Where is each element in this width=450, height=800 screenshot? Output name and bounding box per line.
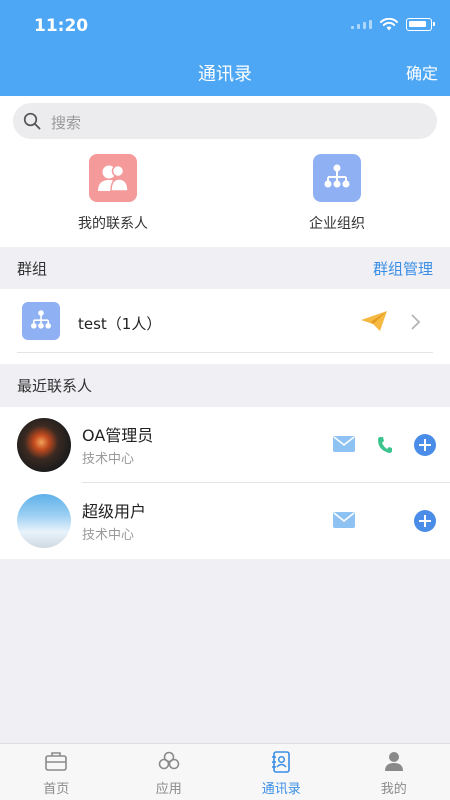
- groups-title: 群组: [17, 260, 48, 278]
- contact-dept: 技术中心: [82, 528, 135, 543]
- groups-section-header: 群组 群组管理: [0, 248, 450, 290]
- battery-icon: [406, 18, 435, 31]
- contact-name: 超级用户: [82, 502, 147, 521]
- add-icon[interactable]: [414, 434, 436, 456]
- shortcut-label: 我的联系人: [78, 216, 148, 232]
- page-title: 通讯录: [198, 64, 252, 85]
- mail-icon[interactable]: [333, 436, 355, 452]
- send-icon[interactable]: [360, 309, 388, 333]
- app-header: 11:20 通讯录 确定: [0, 0, 450, 96]
- cloud-apps-icon: [158, 751, 180, 770]
- chevron-right-icon[interactable]: [410, 313, 422, 331]
- contact-row[interactable]: 超级用户 技术中心: [0, 483, 450, 559]
- tab-contacts[interactable]: 通讯录: [225, 744, 338, 800]
- top-panel: 搜索 我的联系人 企业组织: [0, 96, 450, 247]
- person-icon: [384, 752, 403, 771]
- search-icon: [23, 112, 41, 130]
- status-time: 11:20: [34, 16, 89, 36]
- shortcut-my-contacts[interactable]: 我的联系人: [48, 154, 178, 233]
- group-row[interactable]: test（1人）: [0, 289, 450, 364]
- org-chart-icon: [22, 302, 60, 340]
- search-placeholder: 搜索: [51, 114, 82, 132]
- search-input[interactable]: 搜索: [13, 103, 437, 139]
- briefcase-icon: [45, 752, 68, 771]
- contacts-book-icon: [272, 751, 291, 773]
- confirm-button[interactable]: 确定: [406, 60, 438, 84]
- status-icons: [351, 18, 435, 31]
- people-icon: [89, 154, 137, 202]
- avatar: [17, 494, 71, 548]
- divider: [17, 352, 433, 353]
- contact-dept: 技术中心: [82, 452, 135, 467]
- contact-row[interactable]: OA管理员 技术中心: [0, 407, 450, 483]
- tab-label: 应用: [155, 782, 182, 797]
- tab-label: 通讯录: [261, 782, 301, 797]
- signal-icon: [351, 20, 372, 29]
- group-name: test（1人）: [78, 315, 162, 333]
- wifi-icon: [380, 18, 398, 31]
- org-chart-icon: [313, 154, 361, 202]
- recent-title: 最近联系人: [17, 377, 93, 395]
- add-icon[interactable]: [414, 510, 436, 532]
- shortcut-org[interactable]: 企业组织: [272, 154, 402, 233]
- mail-icon[interactable]: [333, 512, 355, 528]
- tab-apps[interactable]: 应用: [113, 744, 226, 800]
- tab-bar: 首页 应用 通讯录 我的: [0, 743, 450, 800]
- contact-name: OA管理员: [82, 426, 154, 445]
- tab-mine[interactable]: 我的: [338, 744, 450, 800]
- phone-icon[interactable]: [377, 436, 393, 454]
- tab-label: 我的: [380, 782, 407, 797]
- group-manage-link[interactable]: 群组管理: [373, 248, 433, 290]
- recent-section-header: 最近联系人: [0, 365, 450, 407]
- tab-home[interactable]: 首页: [0, 744, 113, 800]
- shortcut-label: 企业组织: [309, 216, 365, 232]
- avatar: [17, 418, 71, 472]
- tab-label: 首页: [43, 782, 70, 797]
